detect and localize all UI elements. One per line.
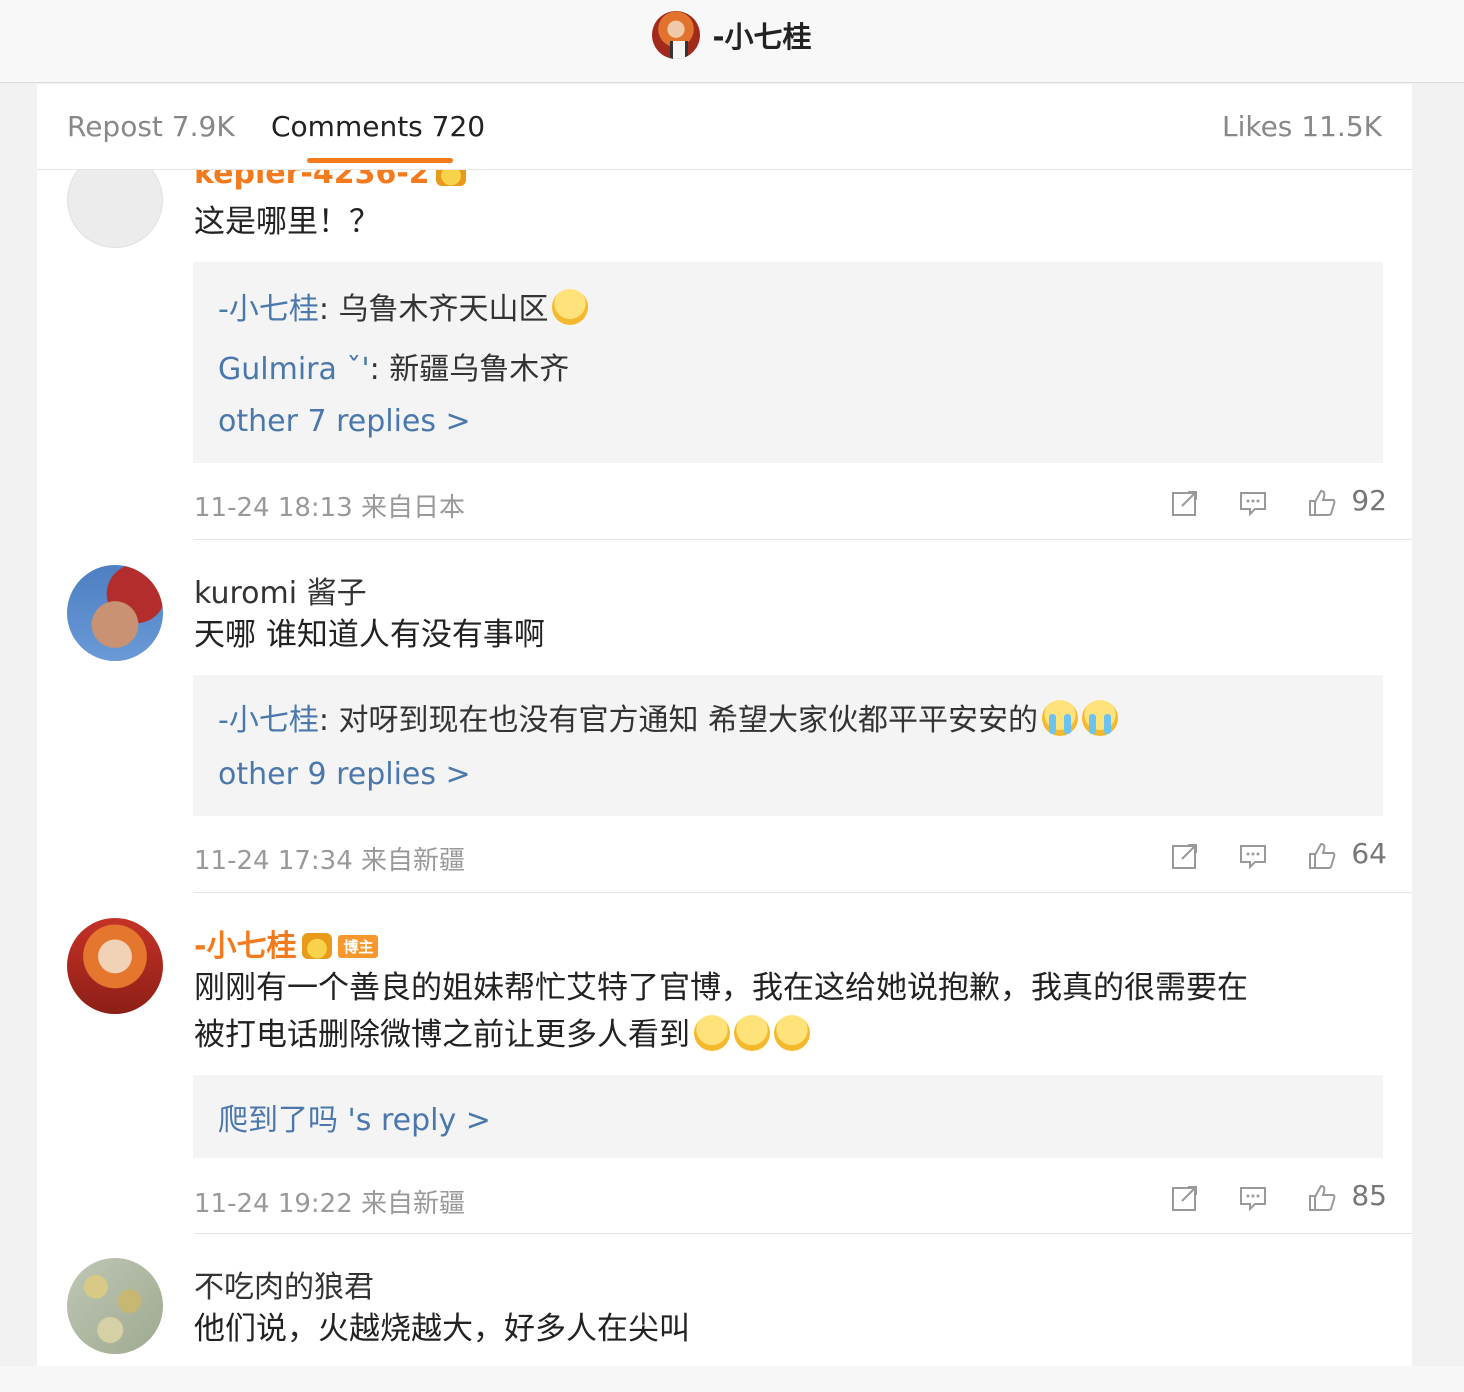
rolling-eyes-emoji-icon xyxy=(774,1015,810,1051)
more-replies-link[interactable]: other 9 replies > xyxy=(218,757,471,792)
repost-icon[interactable] xyxy=(1170,488,1200,518)
top-bar: -小七桂 xyxy=(0,0,1464,83)
comment-text-line: 被打电话删除微博之前让更多人看到 xyxy=(194,1012,1384,1059)
repost-icon[interactable] xyxy=(1170,1183,1200,1213)
username-text: -小七桂 xyxy=(194,929,297,964)
comment-meta: 11-24 19:22 来自新疆 xyxy=(194,1183,465,1220)
comment-icon[interactable] xyxy=(1238,841,1268,871)
reply-line: Gulmira ˇ': 新疆乌鲁木齐 xyxy=(218,344,569,388)
comment-text: 刚刚有一个善良的姐妹帮忙艾特了官博，我在这给她说抱歉，我真的很需要在 被打电话删… xyxy=(194,965,1384,1059)
crying-emoji-icon xyxy=(1082,700,1119,736)
comment-icon[interactable] xyxy=(1238,488,1268,518)
reply-text: : 乌鲁木齐天山区 xyxy=(318,292,549,327)
tab-bar: Repost 7.9K Comments 720 Likes 11.5K xyxy=(37,84,1412,170)
comment-actions: 85 xyxy=(1167,1179,1387,1219)
avatar[interactable] xyxy=(67,565,163,661)
avatar[interactable] xyxy=(67,918,163,1014)
rolling-eyes-emoji-icon xyxy=(734,1015,770,1051)
comment-text: 天哪 谁知道人有没有事啊 xyxy=(194,617,545,653)
like-count: 92 xyxy=(1351,484,1387,517)
comment-text-fragment: 被打电话删除微博之前让更多人看到 xyxy=(194,1017,690,1053)
comment-item: 不吃肉的狼君 他们说，火越烧越大，好多人在尖叫 xyxy=(37,1234,1412,1366)
comment-username[interactable]: kuromi 酱子 xyxy=(194,568,367,612)
reply-author[interactable]: -小七桂 xyxy=(218,703,319,738)
crying-emoji-icon xyxy=(1042,700,1079,736)
timestamp: 11-24 17:34 xyxy=(194,846,353,876)
reply-link-suffix: 's reply > xyxy=(338,1103,491,1138)
comment-text: 这是哪里！？ xyxy=(194,204,380,240)
reply-line: -小七桂: 对呀到现在也没有官方通知 希望大家伙都平平安安的 xyxy=(218,695,1119,739)
comments-panel: Repost 7.9K Comments 720 Likes 11.5K kep… xyxy=(37,84,1412,1366)
rolling-eyes-emoji-icon xyxy=(552,289,589,325)
reply-link-name: 爬到了吗 xyxy=(218,1103,338,1138)
reply-link[interactable]: 爬到了吗 's reply > xyxy=(218,1095,491,1139)
comment-icon[interactable] xyxy=(1238,1183,1268,1213)
reply-author[interactable]: -小七桂 xyxy=(218,292,319,327)
comment-actions: 64 xyxy=(1167,837,1387,877)
like-count: 85 xyxy=(1351,1179,1387,1212)
comment-meta: 11-24 18:13 来自日本 xyxy=(194,487,465,524)
comment-meta: 11-24 17:34 来自新疆 xyxy=(194,840,465,877)
like-thumb-icon[interactable] xyxy=(1307,841,1337,871)
repost-icon[interactable] xyxy=(1170,841,1200,871)
comment-text-line: 刚刚有一个善良的姐妹帮忙艾特了官博，我在这给她说抱歉，我真的很需要在 xyxy=(194,970,1248,1006)
tab-likes[interactable]: Likes 11.5K xyxy=(1222,110,1382,143)
comment-item: -小七桂 博主 刚刚有一个善良的姐妹帮忙艾特了官博，我在这给她说抱歉，我真的很需要… xyxy=(37,893,1412,1234)
reply-box[interactable]: 爬到了吗 's reply > xyxy=(193,1075,1383,1158)
owner-badge: 博主 xyxy=(338,935,379,958)
tab-comments[interactable]: Comments 720 xyxy=(271,110,485,143)
source-label: 来自新疆 xyxy=(361,846,466,876)
reply-text: : 新疆乌鲁木齐 xyxy=(369,352,570,387)
active-tab-indicator xyxy=(307,158,453,163)
like-thumb-icon[interactable] xyxy=(1307,488,1337,518)
reply-line: -小七桂: 乌鲁木齐天山区 xyxy=(218,284,589,328)
reply-box[interactable]: -小七桂: 对呀到现在也没有官方通知 希望大家伙都平平安安的 other 9 r… xyxy=(193,675,1383,816)
reply-box[interactable]: -小七桂: 乌鲁木齐天山区 Gulmira ˇ': 新疆乌鲁木齐 other 7… xyxy=(193,262,1383,463)
tab-repost[interactable]: Repost 7.9K xyxy=(67,110,235,143)
page-title: -小七桂 xyxy=(712,20,812,54)
rolling-eyes-emoji-icon xyxy=(694,1015,730,1051)
avatar[interactable] xyxy=(67,1258,163,1354)
comment-actions: 92 xyxy=(1167,484,1387,524)
comment-item: kuromi 酱子 天哪 谁知道人有没有事啊 -小七桂: 对呀到现在也没有官方通… xyxy=(37,540,1412,893)
like-thumb-icon[interactable] xyxy=(1307,1183,1337,1213)
more-replies-link[interactable]: other 7 replies > xyxy=(218,404,471,439)
reply-text: : 对呀到现在也没有官方通知 希望大家伙都平平安安的 xyxy=(318,703,1039,738)
comment-username[interactable]: 不吃肉的狼君 xyxy=(194,1262,374,1306)
user-avatar-icon[interactable] xyxy=(652,11,701,59)
bottom-strip xyxy=(0,1366,1464,1392)
timestamp: 11-24 19:22 xyxy=(194,1189,353,1219)
comment-username[interactable]: -小七桂 博主 xyxy=(194,921,379,965)
timestamp: 11-24 18:13 xyxy=(194,493,353,523)
source-label: 来自日本 xyxy=(361,493,466,523)
like-count: 64 xyxy=(1351,837,1387,870)
source-label: 来自新疆 xyxy=(361,1189,466,1219)
comment-text: 他们说，火越烧越大，好多人在尖叫 xyxy=(194,1311,690,1347)
crown-badge-icon xyxy=(302,933,333,959)
reply-author[interactable]: Gulmira ˇ' xyxy=(218,352,370,387)
